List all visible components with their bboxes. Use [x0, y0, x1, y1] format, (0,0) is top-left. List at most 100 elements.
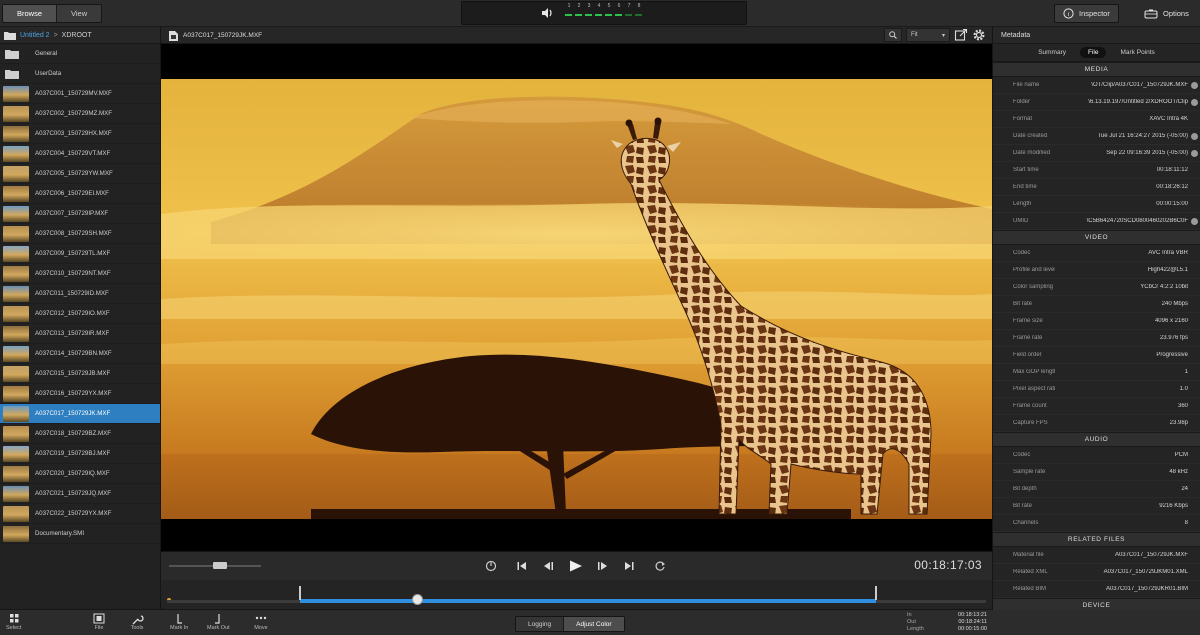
clip-item[interactable]: A037C002_150729MZ.MXF: [0, 104, 160, 124]
metadata-row: Date modified Sep 22 09:16:39 2015 (-05:0…: [993, 145, 1200, 162]
options-button[interactable]: Options: [1136, 4, 1197, 23]
select-tool[interactable]: Select: [6, 613, 21, 631]
zoom-button[interactable]: [884, 28, 902, 42]
step-back-icon[interactable]: [541, 558, 557, 574]
clip-item[interactable]: A037C004_150729VT.MXF: [0, 144, 160, 164]
step-forward-icon[interactable]: [594, 558, 610, 574]
speaker-icon[interactable]: [540, 6, 554, 20]
metadata-value: 24: [1181, 486, 1188, 492]
mark-in-handle[interactable]: [299, 586, 302, 600]
play-icon[interactable]: [566, 558, 586, 574]
metadata-body: MEDIA File name \OT/Clip/A037C017_150729JK…: [993, 62, 1200, 610]
clip-list: General UserData A037C001_150729MV.MXF A037…: [0, 44, 160, 544]
browse-tab[interactable]: Browse: [3, 5, 57, 22]
metadata-tab[interactable]: Mark Points: [1112, 47, 1162, 58]
fit-select[interactable]: Fit ▾: [906, 28, 950, 42]
mark-in-button[interactable]: Mark In: [170, 613, 188, 631]
more-button[interactable]: Move: [254, 613, 268, 631]
adjust-color-tab[interactable]: Adjust Color: [563, 617, 624, 631]
inspector-button[interactable]: i Inspector: [1054, 4, 1119, 23]
metadata-tab[interactable]: File: [1080, 47, 1107, 58]
logging-tab[interactable]: Logging: [516, 617, 564, 631]
info-icon: i: [1063, 8, 1074, 19]
clip-item[interactable]: A037C020_150729IQ.MXF: [0, 464, 160, 484]
clip-thumbnail: [3, 345, 29, 362]
breadcrumb-root[interactable]: Untitled 2: [20, 32, 50, 39]
meter-level-bar: [565, 14, 572, 16]
metadata-key: Frame size: [1013, 318, 1043, 324]
metadata-value: \6.13.19.197/Untitled 2/XDROOT/Clip: [1088, 99, 1188, 105]
grid-icon: [9, 614, 19, 623]
clip-item[interactable]: A037C011_150729ID.MXF: [0, 284, 160, 304]
clip-filename: A037C006_150729EI.MXF: [35, 190, 109, 197]
clip-item[interactable]: A037C001_150729MV.MXF: [0, 84, 160, 104]
clip-item[interactable]: A037C017_150729JK.MXF: [0, 404, 160, 424]
clip-item[interactable]: A037C021_150729JQ.MXF: [0, 484, 160, 504]
meter-channel-number: 5: [607, 3, 611, 9]
metadata-section-header[interactable]: RELATED FILES: [993, 532, 1200, 547]
clip-item[interactable]: A037C008_150729SH.MXF: [0, 224, 160, 244]
jog-slider[interactable]: [169, 562, 261, 569]
loop-playback-icon[interactable]: [483, 558, 499, 574]
clip-filename: A037C016_150729YX.MXF: [35, 390, 112, 397]
view-tab[interactable]: View: [56, 5, 102, 22]
file-menu[interactable]: File: [92, 613, 106, 631]
detail-button-icon[interactable]: [1191, 133, 1198, 140]
timeline-scrubber[interactable]: [161, 580, 992, 609]
clip-item[interactable]: A037C003_150729HX.MXF: [0, 124, 160, 144]
clip-item[interactable]: A037C012_150729IO.MXF: [0, 304, 160, 324]
clip-item[interactable]: A037C009_150729TL.MXF: [0, 244, 160, 264]
metadata-section-header[interactable]: VIDEO: [993, 230, 1200, 245]
gear-icon[interactable]: [972, 28, 986, 42]
meter-channel-number: 2: [577, 3, 581, 9]
meter-channel-number: 7: [627, 3, 631, 9]
detail-button-icon[interactable]: [1191, 218, 1198, 225]
clip-thumbnail: [3, 265, 29, 282]
clip-item[interactable]: A037C015_150729JB.MXF: [0, 364, 160, 384]
detail-button-icon[interactable]: [1191, 150, 1198, 157]
metadata-key: Folder: [1013, 99, 1031, 105]
clip-item[interactable]: A037C018_150729BZ.MXF: [0, 424, 160, 444]
viewer-tools: Fit ▾: [884, 28, 986, 42]
clip-item[interactable]: A037C019_150729BJ.MXF: [0, 444, 160, 464]
tools-menu[interactable]: Tools: [130, 613, 144, 631]
mark-out-button[interactable]: Mark Out: [207, 613, 230, 631]
clip-item[interactable]: A037C005_150729YW.MXF: [0, 164, 160, 184]
metadata-section-header[interactable]: MEDIA: [993, 62, 1200, 77]
go-to-start-icon[interactable]: [514, 558, 530, 574]
clip-item[interactable]: A037C022_150729YX.MXF: [0, 504, 160, 524]
metadata-value: 4096 x 2160: [1154, 318, 1188, 324]
clip-item[interactable]: A037C006_150729EI.MXF: [0, 184, 160, 204]
detail-button-icon[interactable]: [1191, 99, 1198, 106]
metadata-section-header[interactable]: DEVICE: [993, 598, 1200, 610]
clip-thumbnail: [3, 425, 29, 442]
metadata-tab[interactable]: Summary: [1030, 47, 1074, 58]
metadata-value: A037C017_150729JKR01.BIM: [1105, 586, 1188, 592]
clip-filename: A037C005_150729YW.MXF: [35, 170, 113, 177]
clip-item[interactable]: A037C013_150729IR.MXF: [0, 324, 160, 344]
mark-out-label: Mark Out: [207, 625, 230, 631]
clip-item[interactable]: A037C007_150729IP.MXF: [0, 204, 160, 224]
breadcrumb-current[interactable]: XDROOT: [62, 32, 92, 39]
clip-item[interactable]: A037C016_150729YX.MXF: [0, 384, 160, 404]
export-frame-icon[interactable]: [954, 28, 968, 42]
clip-item[interactable]: A037C014_150729BN.MXF: [0, 344, 160, 364]
folder-item[interactable]: General: [0, 44, 160, 64]
mark-out-handle[interactable]: [875, 586, 878, 600]
jog-slider-handle[interactable]: [213, 562, 227, 569]
clip-item[interactable]: Documentary.SMI: [0, 524, 160, 544]
metadata-row: Profile and level High422@L5.1: [993, 262, 1200, 279]
metadata-key: Material file: [1013, 552, 1044, 558]
detail-button-icon[interactable]: [1191, 82, 1198, 89]
playhead[interactable]: [411, 594, 423, 605]
video-preview[interactable]: [161, 44, 992, 551]
clip-filename: A037C003_150729HX.MXF: [35, 130, 112, 137]
clip-thumbnail: [3, 305, 29, 322]
go-to-end-icon[interactable]: [621, 558, 637, 574]
clip-item[interactable]: A037C010_150729NT.MXF: [0, 264, 160, 284]
metadata-section-header[interactable]: AUDIO: [993, 432, 1200, 447]
folder-item[interactable]: UserData: [0, 64, 160, 84]
folder-label: General: [35, 50, 58, 57]
video-frame-image: [161, 44, 992, 551]
repeat-icon[interactable]: [652, 558, 668, 574]
